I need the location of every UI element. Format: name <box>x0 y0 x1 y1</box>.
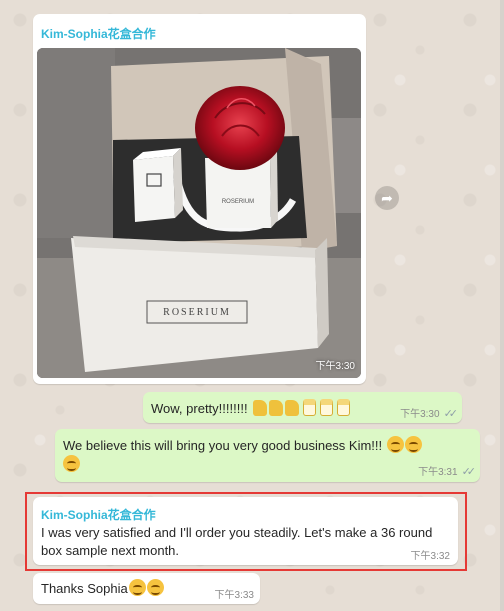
double-check-icon: ✓✓ <box>461 466 477 478</box>
thumbs-up-emoji-icon <box>253 400 268 416</box>
cube-box-label: ROSERIUM <box>222 199 254 205</box>
message-text: Wow, pretty!!!!!!!! <box>151 401 248 416</box>
highlight-annotation-box <box>25 492 467 571</box>
message-meta: 下午3:31 ✓✓ <box>418 463 477 478</box>
thumbs-up-emoji-icon <box>269 400 284 416</box>
photo-illustration: ROSERIUM ROSERIUM <box>37 48 361 378</box>
incoming-message[interactable]: Thanks Sophia 下午3:33 <box>33 573 260 604</box>
rose-box-photo[interactable]: ROSERIUM ROSERIUM 下午3:30 <box>37 48 361 378</box>
box-brand-label: ROSERIUM <box>163 307 231 318</box>
photo-timestamp: 下午3:30 <box>315 361 355 372</box>
window-edge <box>500 0 504 611</box>
smiling-face-emoji-icon <box>63 455 80 472</box>
photo-message-bubble[interactable]: Kim-Sophia花盒合作 ROSERIUM ROSERIUM 下午3:30 <box>33 14 366 384</box>
message-timestamp: 下午3:30 <box>400 409 440 420</box>
cheers-emoji-icon <box>337 399 351 416</box>
thumbs-up-emoji-icon <box>285 400 300 416</box>
sender-name[interactable]: Kim-Sophia花盒合作 <box>41 25 156 42</box>
double-check-icon: ✓✓ <box>443 408 459 420</box>
message-timestamp: 下午3:33 <box>214 590 254 601</box>
forward-arrow-icon: ➦ <box>381 189 393 206</box>
smiling-face-emoji-icon <box>128 579 146 596</box>
smiling-face-emoji-icon <box>404 436 422 453</box>
message-text: Thanks Sophia <box>41 581 128 596</box>
forward-button[interactable]: ➦ <box>375 186 399 210</box>
outgoing-message[interactable]: Wow, pretty!!!!!!!! 下午3:30 ✓✓ <box>143 392 462 423</box>
cheers-emoji-icon <box>303 399 317 416</box>
message-timestamp: 下午3:31 <box>418 467 458 478</box>
message-text: We believe this will bring you very good… <box>63 438 383 453</box>
message-meta: 下午3:30 ✓✓ <box>400 405 459 420</box>
smiling-face-emoji-icon <box>146 579 164 596</box>
smiling-face-emoji-icon <box>386 436 404 453</box>
outgoing-message[interactable]: We believe this will bring you very good… <box>55 429 480 482</box>
cheers-emoji-icon <box>320 399 334 416</box>
